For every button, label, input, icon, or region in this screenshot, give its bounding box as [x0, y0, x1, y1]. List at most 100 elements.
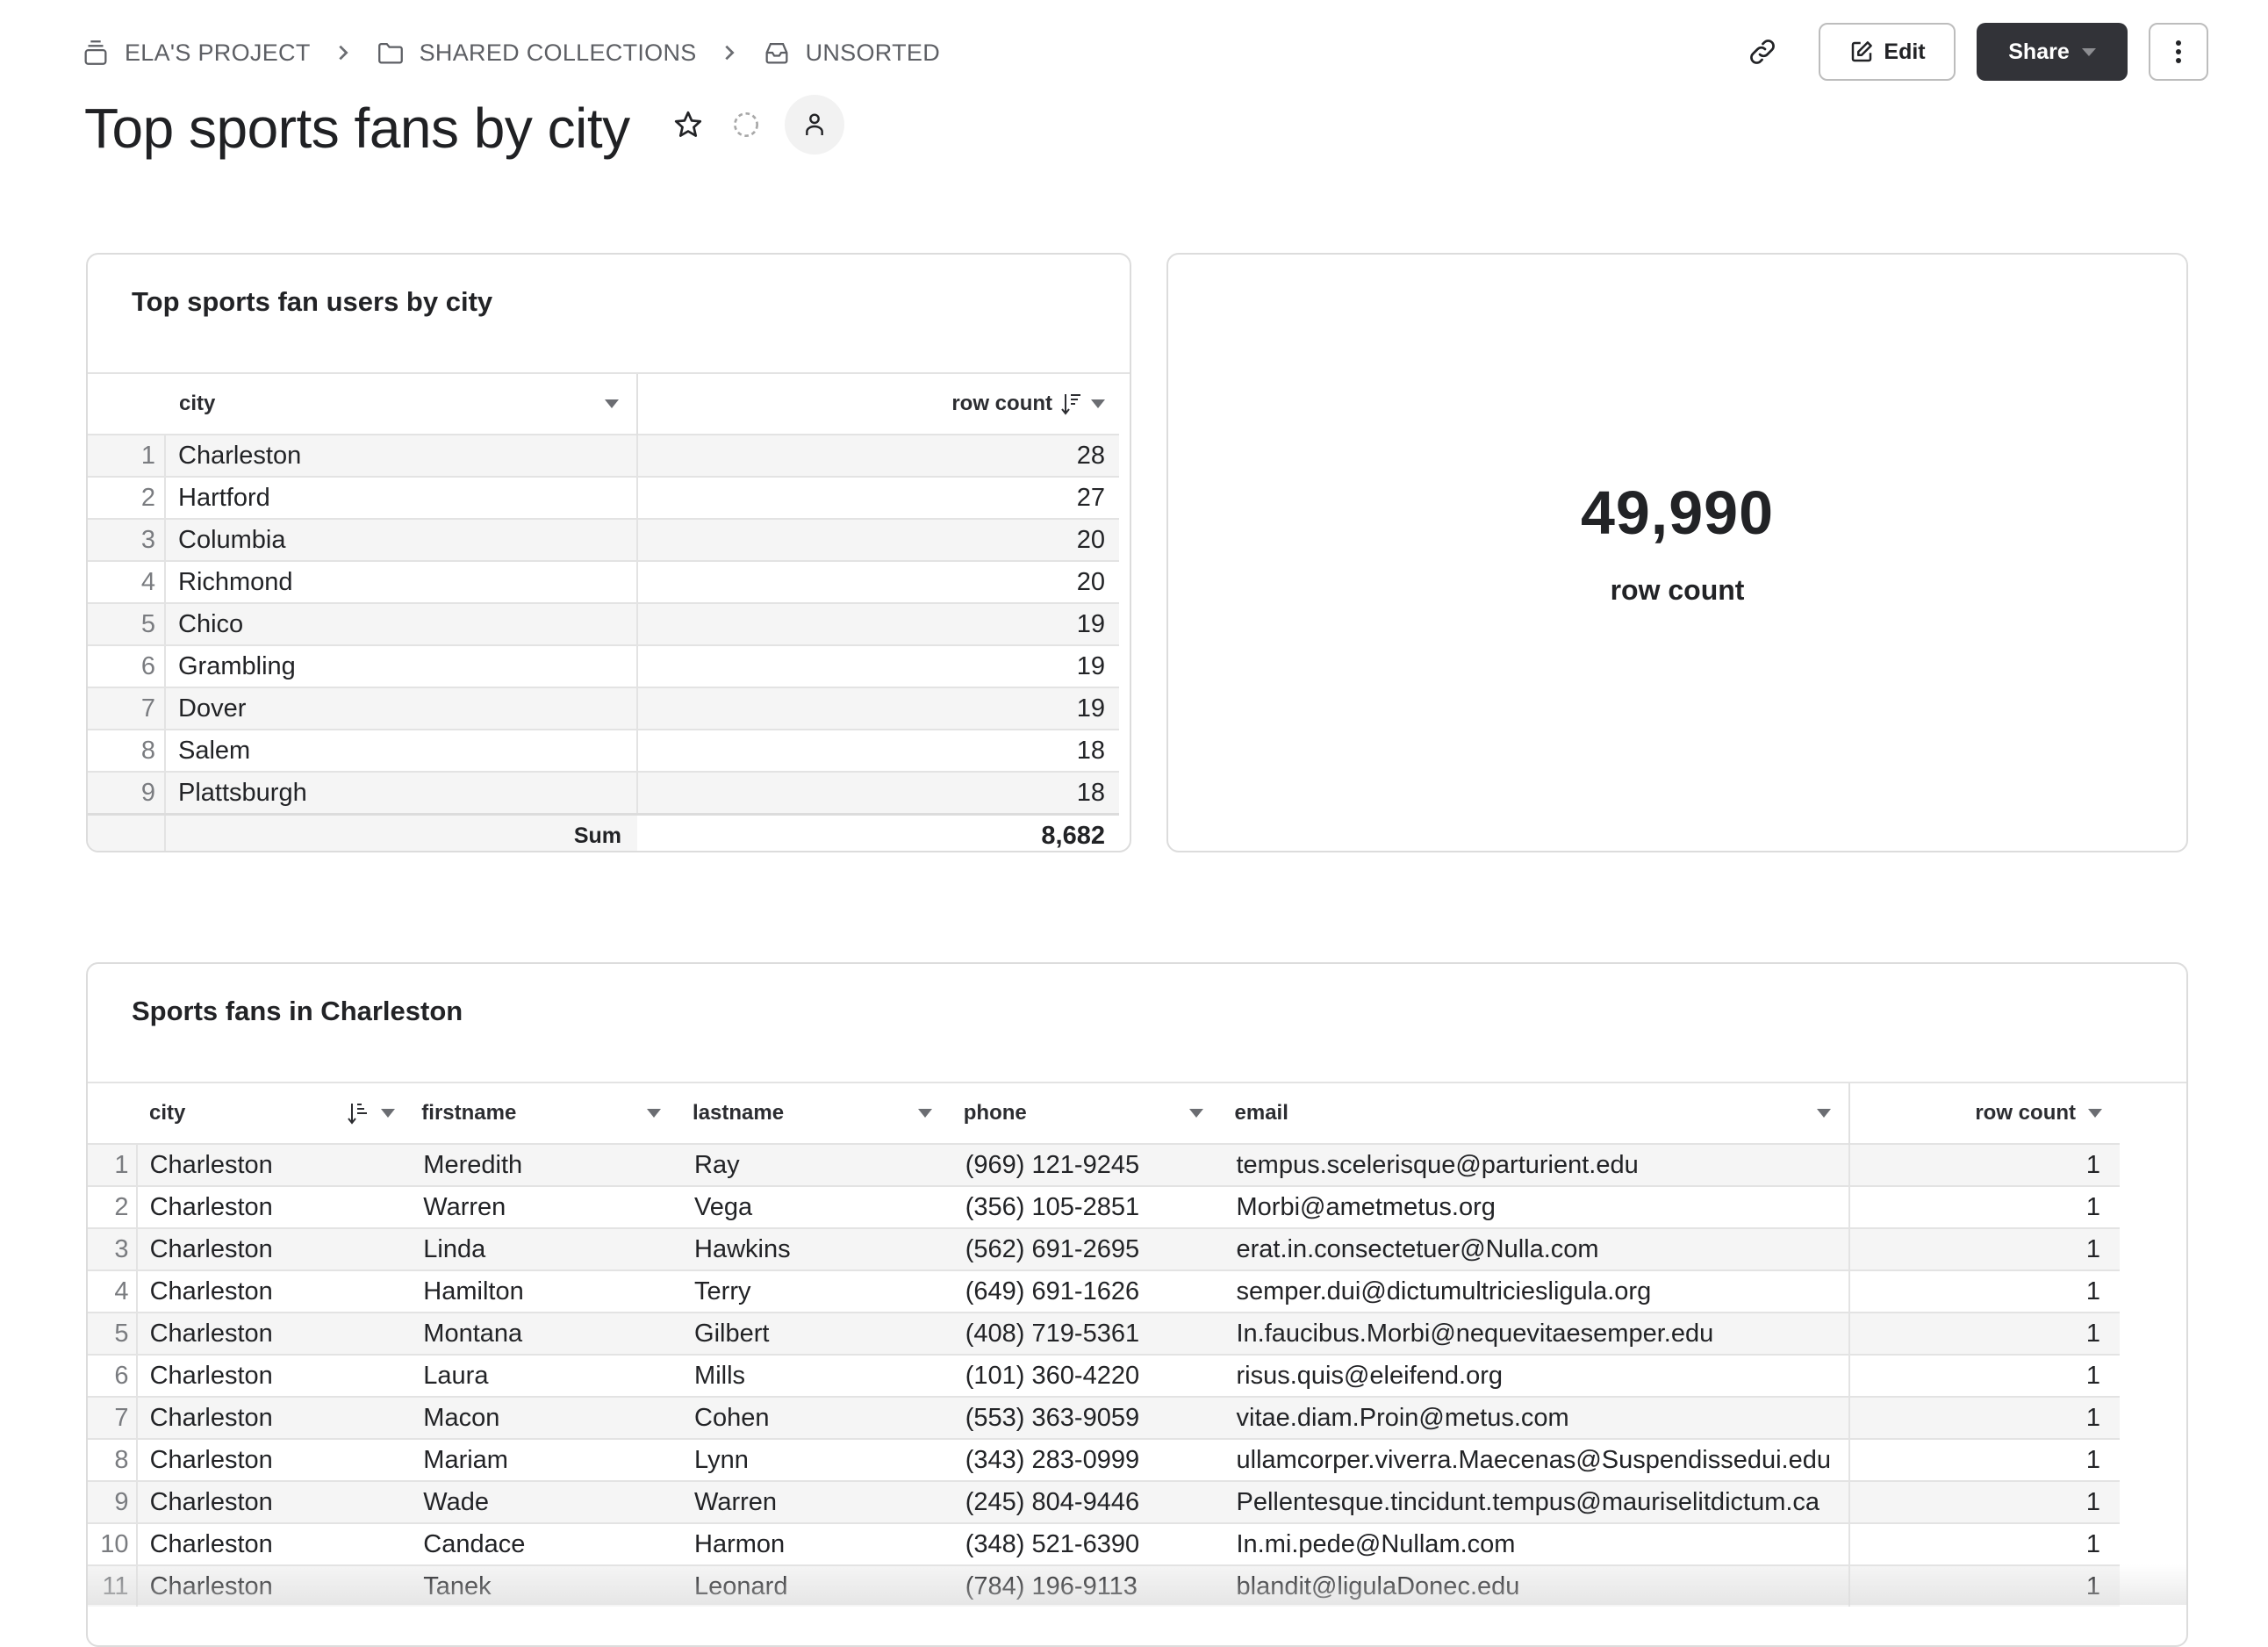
column-header-row-count[interactable]: row count	[1849, 1083, 2120, 1144]
cell-firstname: Wade	[407, 1480, 679, 1523]
cell-phone: (784) 196-9113	[949, 1564, 1221, 1607]
cell-firstname: Warren	[407, 1185, 679, 1228]
cell-phone: (969) 121-9245	[949, 1143, 1221, 1186]
table-row[interactable]: 4 Richmond 20	[88, 560, 1119, 603]
cell-firstname: Macon	[407, 1396, 679, 1439]
table-row[interactable]: 3 Columbia 20	[88, 518, 1119, 561]
breadcrumb: ELA'S PROJECT SHARED COLLECTIONS UNSORTE…	[81, 33, 940, 72]
table-row[interactable]: 7 Charleston Macon Cohen (553) 363-9059 vitae…	[88, 1396, 2120, 1439]
table-row[interactable]: 1 Charleston Meredith Ray (969) 121-9245 temp…	[88, 1143, 2120, 1186]
cell-phone: (343) 283-0999	[949, 1438, 1221, 1481]
table-row[interactable]: 8 Salem 18	[88, 729, 1119, 772]
cell-email: risus.quis@eleifend.org	[1220, 1354, 1851, 1397]
cell-lastname: Cohen	[678, 1396, 950, 1439]
table-row[interactable]: 2 Charleston Warren Vega (356) 105-2851 Morbi…	[88, 1185, 2120, 1228]
table-row[interactable]: 5 Charleston Montana Gilbert (408) 719-5361 I…	[88, 1312, 2120, 1355]
row-number: 4	[88, 560, 166, 603]
column-header-row-count[interactable]: row count	[637, 374, 1119, 435]
column-header-email[interactable]: email	[1220, 1083, 1851, 1144]
caret-down-icon[interactable]	[1188, 1109, 1203, 1118]
breadcrumb-label: SHARED COLLECTIONS	[419, 39, 697, 66]
caret-down-icon[interactable]	[2088, 1109, 2102, 1118]
table-row[interactable]: 6 Grambling 19	[88, 644, 1119, 687]
column-header-city[interactable]: city	[88, 374, 638, 435]
breadcrumb-shared-collections[interactable]: SHARED COLLECTIONS	[376, 38, 697, 68]
cell-lastname: Ray	[678, 1143, 950, 1186]
table-row[interactable]: 9 Charleston Wade Warren (245) 804-9446 Pelle…	[88, 1480, 2120, 1523]
cell-row-count: 20	[637, 518, 1119, 561]
cell-city: Dover	[165, 687, 638, 730]
row-number: 6	[88, 1354, 138, 1397]
table-row[interactable]: 7 Dover 19	[88, 687, 1119, 730]
cell-email: Morbi@ametmetus.org	[1220, 1185, 1851, 1228]
cell-row-count: 1	[1849, 1396, 2120, 1439]
cell-lastname: Mills	[678, 1354, 950, 1397]
breadcrumb-unsorted[interactable]: UNSORTED	[762, 38, 940, 68]
cell-row-count: 1	[1849, 1438, 2120, 1481]
column-header-lastname[interactable]: lastname	[678, 1083, 950, 1144]
cell-firstname: Mariam	[407, 1438, 679, 1481]
favorite-button[interactable]	[669, 105, 707, 144]
table-row[interactable]: 6 Charleston Laura Mills (101) 360-4220 risus…	[88, 1354, 2120, 1397]
toolbar: Edit Share	[1738, 23, 2208, 81]
table-row[interactable]: 4 Charleston Hamilton Terry (649) 691-1626 se…	[88, 1269, 2120, 1313]
caret-down-icon[interactable]	[1817, 1109, 1832, 1118]
caret-down-icon[interactable]	[605, 399, 619, 408]
cell-city: Charleston	[136, 1438, 408, 1481]
table-row[interactable]: 5 Chico 19	[88, 602, 1119, 645]
caret-down-icon[interactable]	[917, 1109, 932, 1118]
summary-row: Sum 8,682	[88, 813, 1119, 851]
share-button[interactable]: Share	[1977, 23, 2128, 81]
edit-label: Edit	[1884, 39, 1926, 64]
column-header-firstname[interactable]: firstname	[407, 1083, 678, 1144]
table-row[interactable]: 11 Charleston Tanek Leonard (784) 196-9113 bl…	[88, 1564, 2120, 1607]
more-vertical-icon	[2176, 40, 2181, 63]
user-icon	[806, 113, 823, 135]
cell-lastname: Warren	[678, 1480, 950, 1523]
caret-down-icon[interactable]	[1091, 399, 1105, 408]
breadcrumb-project[interactable]: ELA'S PROJECT	[81, 38, 311, 68]
page-title: Top sports fans by city	[84, 97, 630, 160]
cell-phone: (553) 363-9059	[949, 1396, 1221, 1439]
cell-row-count: 19	[637, 602, 1119, 645]
column-label: email	[1234, 1101, 1288, 1125]
row-number: 2	[88, 1185, 138, 1228]
owner-avatar[interactable]	[785, 95, 844, 155]
column-label: firstname	[421, 1101, 517, 1125]
edit-button[interactable]: Edit	[1819, 23, 1956, 81]
cell-city: Charleston	[136, 1185, 408, 1228]
folder-icon	[377, 42, 403, 64]
metric-card: 49,990 row count	[1166, 253, 2188, 852]
caret-down-icon[interactable]	[381, 1109, 396, 1118]
row-number: 2	[88, 476, 166, 519]
cell-lastname: Leonard	[678, 1564, 950, 1607]
row-number: 9	[88, 1480, 138, 1523]
city-table-card: Top sports fan users by city city row co…	[86, 253, 1131, 852]
table-row[interactable]: 8 Charleston Mariam Lynn (343) 283-0999 ullam…	[88, 1438, 2120, 1481]
metric-value: 49,990	[1580, 478, 1775, 547]
cell-row-count: 1	[1849, 1522, 2120, 1565]
verification-status[interactable]	[727, 105, 765, 144]
caret-down-icon[interactable]	[647, 1109, 662, 1118]
sort-ascending-icon[interactable]	[348, 1102, 369, 1125]
cell-row-count: 1	[1849, 1143, 2120, 1186]
table-row[interactable]: 1 Charleston 28	[88, 434, 1119, 477]
cell-lastname: Terry	[678, 1269, 950, 1313]
row-number: 7	[88, 687, 166, 730]
table-row[interactable]: 2 Hartford 27	[88, 476, 1119, 519]
table-row[interactable]: 3 Charleston Linda Hawkins (562) 691-2695 era…	[88, 1227, 2120, 1270]
sort-descending-icon[interactable]	[1061, 392, 1082, 415]
cell-row-count: 20	[637, 560, 1119, 603]
cell-email: Pellentesque.tincidunt.tempus@mauriselit…	[1220, 1480, 1851, 1523]
more-options-button[interactable]	[2149, 23, 2208, 81]
summary-value: 8,682	[637, 813, 1119, 851]
cell-firstname: Montana	[407, 1312, 679, 1355]
cell-row-count: 1	[1849, 1227, 2120, 1270]
copy-link-button[interactable]	[1738, 27, 1787, 76]
table-row[interactable]: 10 Charleston Candace Harmon (348) 521-6390 I…	[88, 1522, 2120, 1565]
cell-phone: (562) 691-2695	[949, 1227, 1221, 1270]
column-header-city[interactable]: city	[88, 1083, 407, 1144]
row-number: 8	[88, 1438, 138, 1481]
table-row[interactable]: 9 Plattsburgh 18	[88, 771, 1119, 815]
column-header-phone[interactable]: phone	[950, 1083, 1221, 1144]
